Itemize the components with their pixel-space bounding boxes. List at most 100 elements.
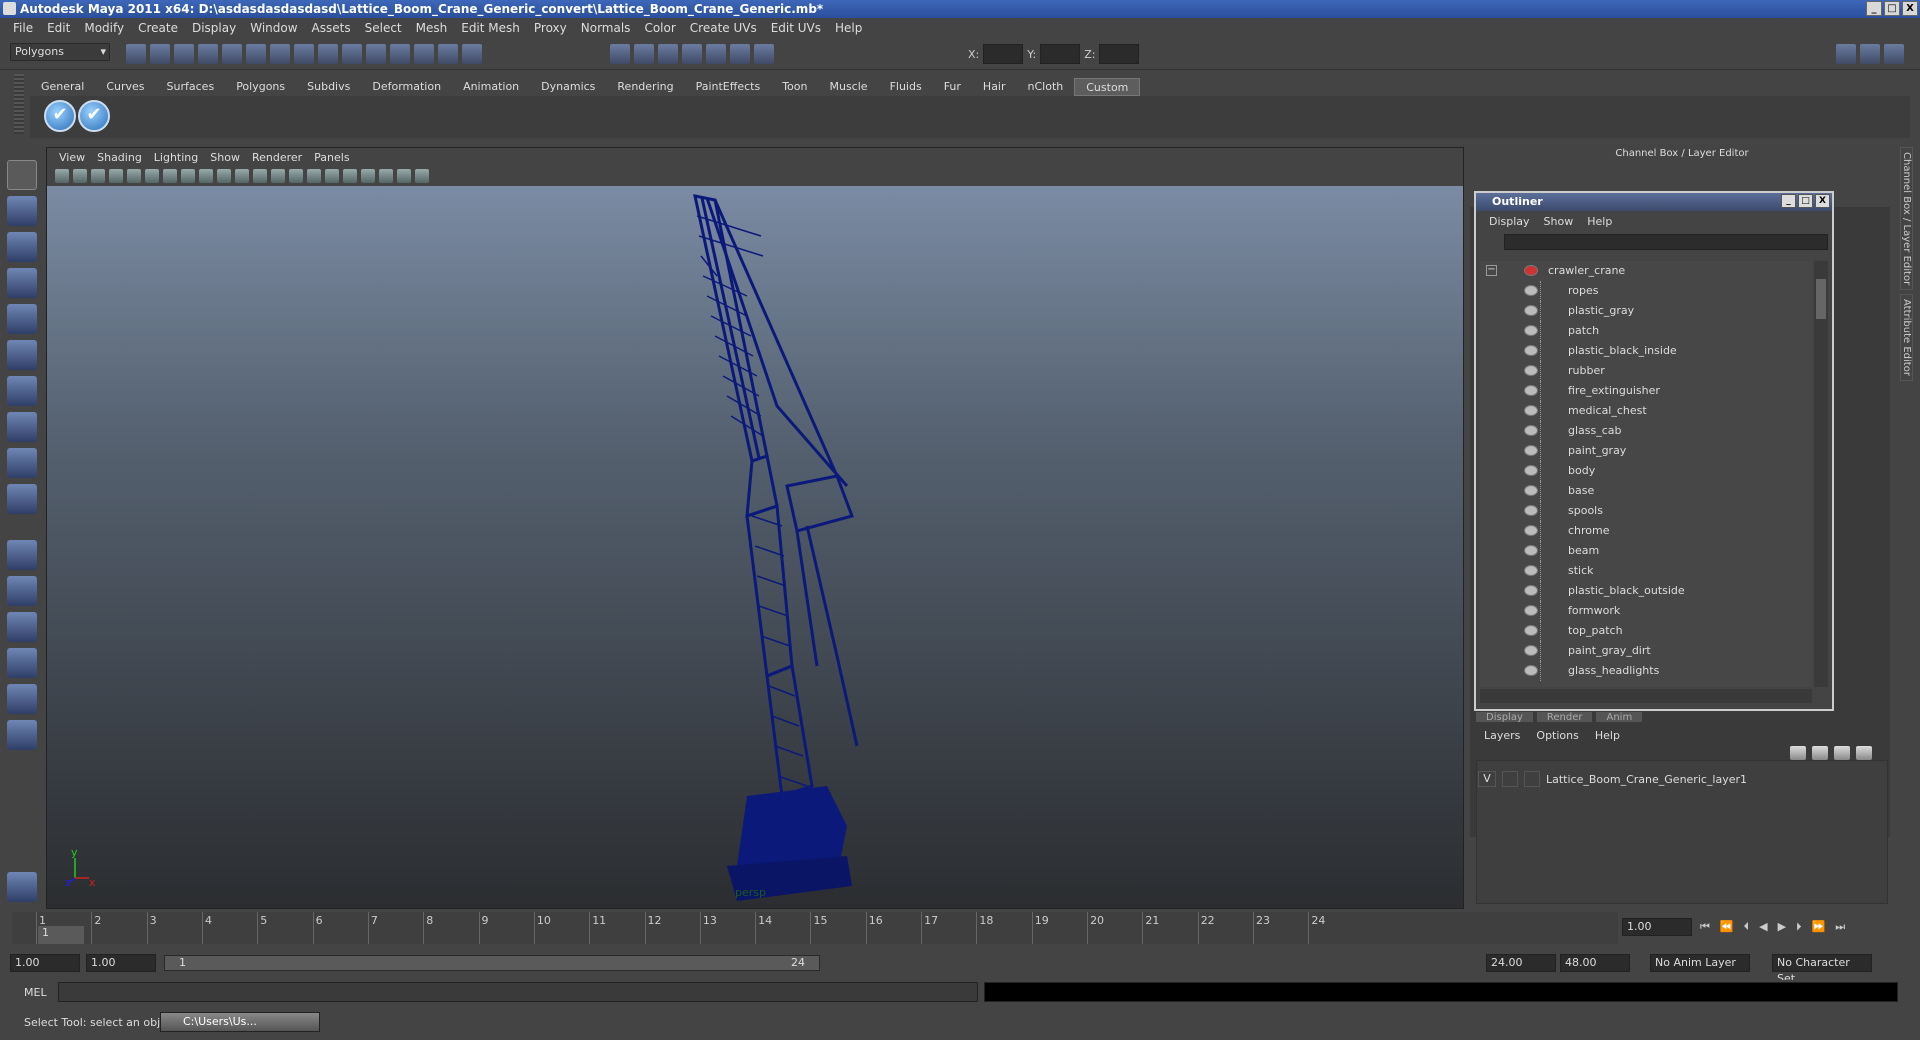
soft-mod-tool-icon[interactable] bbox=[7, 412, 37, 442]
mel-input[interactable] bbox=[58, 982, 978, 1002]
menu-select[interactable]: Select bbox=[358, 21, 409, 35]
shelf-tab-muscle[interactable]: Muscle bbox=[818, 78, 878, 96]
outliner-node[interactable]: plastic_black_outside bbox=[1480, 581, 1812, 601]
time-slider[interactable]: 1 2 3 4 5 6 7 8 9 10 11 12 13 14 15 16 17 18 19 20 21 22 23 24 1 bbox=[12, 912, 1618, 944]
snap-curve-icon[interactable] bbox=[294, 44, 314, 64]
shelf-tab-polygons[interactable]: Polygons bbox=[225, 78, 296, 96]
attribute-editor-side-tab[interactable]: Attribute Editor bbox=[1900, 294, 1913, 382]
xray-icon[interactable] bbox=[379, 169, 393, 183]
step-back-key-icon[interactable]: ⏪ bbox=[1720, 920, 1734, 934]
shelf-tab-general[interactable]: General bbox=[30, 78, 95, 96]
outliner-node[interactable]: formwork bbox=[1480, 601, 1812, 621]
x-field[interactable] bbox=[983, 44, 1024, 64]
grid-icon[interactable] bbox=[235, 169, 249, 183]
play-forwards-icon[interactable]: ▶ bbox=[1778, 920, 1786, 934]
shelf-tab-toon[interactable]: Toon bbox=[771, 78, 818, 96]
menu-window[interactable]: Window bbox=[243, 21, 304, 35]
z-field[interactable] bbox=[1099, 44, 1140, 64]
xray-joints-icon[interactable] bbox=[397, 169, 411, 183]
move-tool-icon[interactable] bbox=[7, 268, 37, 298]
menu-color[interactable]: Color bbox=[637, 21, 682, 35]
layer-tab-anim[interactable]: Anim bbox=[1596, 712, 1643, 723]
outliner-node[interactable]: stick bbox=[1480, 561, 1812, 581]
outliner-node[interactable]: medical_chest bbox=[1480, 401, 1812, 421]
camera-select-icon[interactable] bbox=[55, 169, 69, 183]
menu-edit-uvs[interactable]: Edit UVs bbox=[764, 21, 828, 35]
persp-graph-layout-icon[interactable] bbox=[7, 648, 37, 678]
snap-point-icon[interactable] bbox=[318, 44, 338, 64]
outliner-node[interactable]: paint_gray bbox=[1480, 441, 1812, 461]
outliner-node[interactable]: paint_gray_dirt bbox=[1480, 641, 1812, 661]
outliner-vertical-scrollbar[interactable] bbox=[1814, 261, 1828, 687]
shelf-tab-fur[interactable]: Fur bbox=[933, 78, 972, 96]
layer-menu-help[interactable]: Help bbox=[1587, 729, 1628, 742]
outliner-menu-show[interactable]: Show bbox=[1537, 215, 1581, 228]
outliner-title-bar[interactable]: Outliner _ □ X bbox=[1476, 193, 1832, 211]
input-line-icon[interactable] bbox=[610, 44, 630, 64]
shelf-tab-surfaces[interactable]: Surfaces bbox=[156, 78, 226, 96]
history-icon[interactable] bbox=[390, 44, 410, 64]
channel-box-side-tab[interactable]: Channel Box / Layer Editor bbox=[1900, 147, 1913, 291]
field-chart-icon[interactable] bbox=[181, 169, 195, 183]
move-layer-down-icon[interactable] bbox=[1812, 746, 1828, 760]
select-hierarchy-icon[interactable] bbox=[198, 44, 218, 64]
go-to-end-icon[interactable]: ⏭ bbox=[1835, 920, 1845, 934]
menu-create-uvs[interactable]: Create UVs bbox=[683, 21, 764, 35]
wireframe-icon[interactable] bbox=[253, 169, 267, 183]
menu-create[interactable]: Create bbox=[131, 21, 185, 35]
safe-action-icon[interactable] bbox=[199, 169, 213, 183]
shelf-grip[interactable] bbox=[14, 74, 24, 134]
resolution-gate-icon[interactable] bbox=[145, 169, 159, 183]
outliner-close-button[interactable]: X bbox=[1815, 194, 1830, 208]
outliner-menu-help[interactable]: Help bbox=[1580, 215, 1619, 228]
dope-sheet-icon[interactable] bbox=[730, 44, 750, 64]
outliner-node[interactable]: base bbox=[1480, 481, 1812, 501]
manipulator-tool-icon[interactable] bbox=[7, 376, 37, 406]
menu-normals[interactable]: Normals bbox=[574, 21, 638, 35]
menu-mesh[interactable]: Mesh bbox=[409, 21, 455, 35]
playback-start-field[interactable]: 1.00 bbox=[86, 954, 156, 972]
shelf-tab-ncloth[interactable]: nCloth bbox=[1017, 78, 1075, 96]
shelf-tab-fluids[interactable]: Fluids bbox=[879, 78, 933, 96]
gate-mask-icon[interactable] bbox=[163, 169, 177, 183]
smooth-shade-icon[interactable] bbox=[271, 169, 285, 183]
tool-settings-toggle-icon[interactable] bbox=[1884, 44, 1904, 64]
go-to-start-icon[interactable]: ⏮ bbox=[1700, 920, 1710, 934]
outliner-icon[interactable] bbox=[754, 44, 774, 64]
menu-file[interactable]: File bbox=[6, 21, 40, 35]
shelf-tab-curves[interactable]: Curves bbox=[95, 78, 155, 96]
menu-edit-mesh[interactable]: Edit Mesh bbox=[454, 21, 527, 35]
maximize-button[interactable]: □ bbox=[1884, 1, 1900, 16]
step-forward-frame-icon[interactable]: ⏵ bbox=[1796, 920, 1802, 934]
custom-shelf-check-icon[interactable]: ✔ bbox=[44, 100, 76, 132]
animation-start-field[interactable]: 1.00 bbox=[10, 954, 80, 972]
step-forward-key-icon[interactable]: ⏩ bbox=[1812, 920, 1826, 934]
animation-end-field[interactable]: 48.00 bbox=[1560, 954, 1630, 972]
last-tool-icon[interactable] bbox=[7, 484, 37, 514]
outliner-node[interactable]: body bbox=[1480, 461, 1812, 481]
current-time-indicator[interactable]: 1 bbox=[38, 926, 84, 944]
layer-menu-options[interactable]: Options bbox=[1528, 729, 1586, 742]
shelf-tab-custom[interactable]: Custom bbox=[1074, 78, 1141, 96]
select-component-icon[interactable] bbox=[246, 44, 266, 64]
outliner-node[interactable]: spools bbox=[1480, 501, 1812, 521]
outliner-node[interactable]: ropes bbox=[1480, 281, 1812, 301]
render-icon[interactable] bbox=[414, 44, 434, 64]
character-set-dropdown[interactable]: No Character Set bbox=[1772, 954, 1872, 985]
layer-visibility-toggle[interactable]: V bbox=[1478, 771, 1496, 787]
scale-tool-icon[interactable] bbox=[7, 340, 37, 370]
textured-icon[interactable] bbox=[289, 169, 303, 183]
film-gate-icon[interactable] bbox=[127, 169, 141, 183]
layer-color-swatch[interactable] bbox=[1524, 771, 1540, 787]
outliner-horizontal-scrollbar[interactable] bbox=[1480, 689, 1812, 703]
render-settings-icon[interactable] bbox=[462, 44, 482, 64]
hypershade-icon[interactable] bbox=[658, 44, 678, 64]
layer-playback-toggle[interactable] bbox=[1502, 771, 1518, 787]
shelf-tab-subdivs[interactable]: Subdivs bbox=[296, 78, 361, 96]
outliner-node[interactable]: chrome bbox=[1480, 521, 1812, 541]
viewport-menu-show[interactable]: Show bbox=[204, 151, 246, 164]
move-layer-up-icon[interactable] bbox=[1790, 746, 1806, 760]
new-empty-layer-icon[interactable] bbox=[1834, 746, 1850, 760]
outliner-node[interactable]: patch bbox=[1480, 321, 1812, 341]
render-view-icon[interactable] bbox=[682, 44, 702, 64]
